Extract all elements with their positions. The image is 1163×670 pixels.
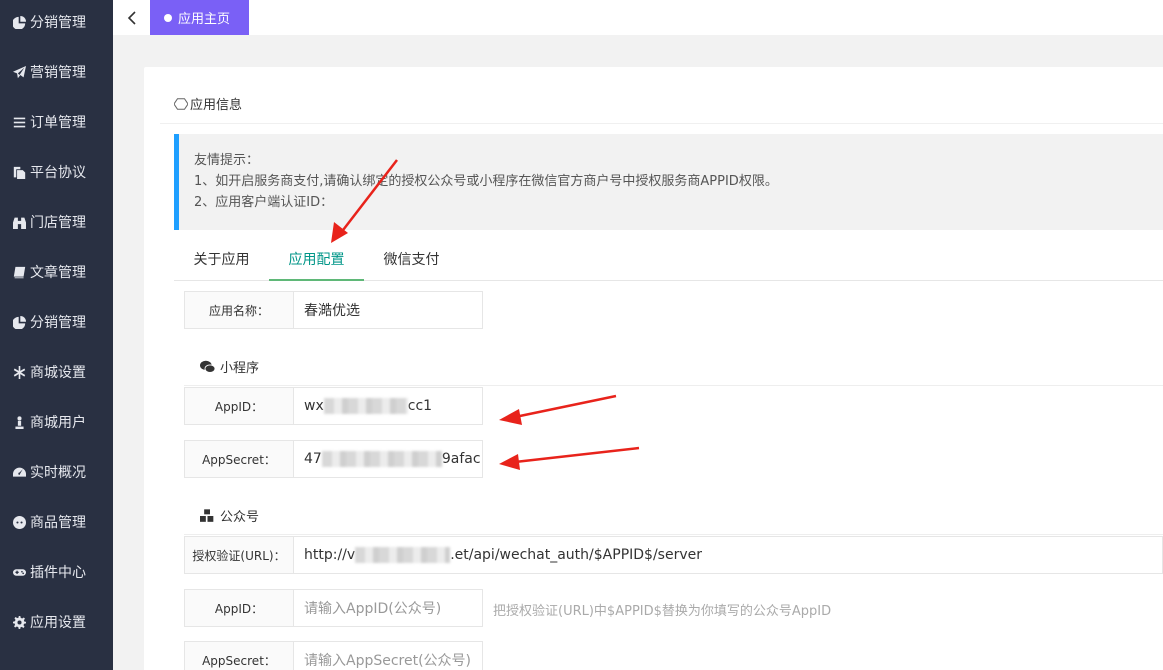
sidebar-item-marketing[interactable]: 营销管理 <box>0 47 113 97</box>
gear-icon <box>12 615 26 629</box>
mini-secret-suffix: 9afac <box>441 451 481 467</box>
sidebar-item-orders[interactable]: 订单管理 <box>0 97 113 147</box>
app-info-card: 应用信息 友情提示： 1、如开启服务商支付,请确认绑定的授权公众号或小程序在微信… <box>144 67 1163 670</box>
auth-url-field: 授权验证(URL)： http://v .et/api/wechat_auth/$… <box>184 536 1163 574</box>
mp-appid-field: AppID： 请输入AppID(公众号) <box>184 589 483 627</box>
pie-chart-icon <box>12 15 26 29</box>
mp-secret-input[interactable]: 请输入AppSecret(公众号) <box>294 641 483 670</box>
mp-secret-field: AppSecret： 请输入AppSecret(公众号) <box>184 641 483 670</box>
wechat-icon <box>200 360 215 373</box>
mini-secret-label: AppSecret： <box>184 440 294 478</box>
sidebar-item-label: 分销管理 <box>30 315 86 331</box>
asterisk-icon <box>12 365 26 379</box>
divider <box>184 534 1163 535</box>
sidebar-item-label: 商城设置 <box>30 365 86 381</box>
gamepad-icon <box>12 565 26 579</box>
sidebar-item-products[interactable]: 商品管理 <box>0 497 113 547</box>
app-name-field: 应用名称： 春澔优选 <box>184 291 483 329</box>
reddit-icon <box>12 515 26 529</box>
sidebar-item-realtime[interactable]: 实时概况 <box>0 447 113 497</box>
redacted-blur <box>355 547 451 563</box>
auth-url-prefix: http://v <box>304 547 356 563</box>
sidebar-item-agreement[interactable]: 平台协议 <box>0 147 113 197</box>
back-button[interactable] <box>113 0 150 35</box>
notice-box: 友情提示： 1、如开启服务商支付,请确认绑定的授权公众号或小程序在微信官方商户号… <box>174 134 1163 230</box>
sidebar-item-label: 分销管理 <box>30 15 86 31</box>
sidebar-item-label: 门店管理 <box>30 215 86 231</box>
divider <box>184 385 1163 386</box>
card-title-text: 应用信息 <box>190 98 243 113</box>
chevron-left-icon <box>127 10 136 25</box>
copy-icon <box>12 165 26 179</box>
auth-url-suffix: .et/api/wechat_auth/$APPID$/server <box>450 547 702 563</box>
mini-appid-label: AppID： <box>184 387 294 425</box>
notice-line-1: 1、如开启服务商支付,请确认绑定的授权公众号或小程序在微信官方商户号中授权服务商… <box>194 174 778 189</box>
sidebar-item-label: 营销管理 <box>30 65 86 81</box>
binoculars-icon <box>12 215 26 229</box>
mini-program-section: 小程序 <box>200 357 259 376</box>
sidebar-item-label: 实时概况 <box>30 465 86 481</box>
sidebar-item-label: 平台协议 <box>30 165 86 181</box>
notice-title: 友情提示： <box>194 153 260 168</box>
mp-secret-label: AppSecret： <box>184 641 294 670</box>
dot-icon <box>164 13 172 22</box>
sidebar-item-stores[interactable]: 门店管理 <box>0 197 113 247</box>
sidebar-item-label: 文章管理 <box>30 265 86 281</box>
sidebar-item-shop-settings[interactable]: 商城设置 <box>0 347 113 397</box>
tab-app-home[interactable]: 应用主页 <box>150 0 249 35</box>
mini-secret-field: AppSecret： 47 9afac <box>184 440 483 478</box>
mp-appid-label: AppID： <box>184 589 294 627</box>
official-account-section: 公众号 <box>200 506 259 525</box>
tab-bar: 关于应用 应用配置 微信支付 <box>174 247 1163 281</box>
sidebar-item-app-settings[interactable]: 应用设置 <box>0 597 113 647</box>
mini-secret-prefix: 47 <box>304 451 322 467</box>
mp-appid-input[interactable]: 请输入AppID(公众号) <box>294 589 483 627</box>
app-name-label: 应用名称： <box>184 291 294 329</box>
sidebar-item-label: 商品管理 <box>30 515 86 531</box>
sidebar-item-label: 插件中心 <box>30 565 86 581</box>
auth-url-input[interactable]: http://v .et/api/wechat_auth/$APPID$/serv… <box>294 536 1163 574</box>
sidebar-item-label: 商城用户 <box>30 415 86 431</box>
sidebar-item-shop-users[interactable]: 商城用户 <box>0 397 113 447</box>
topbar: 应用主页 <box>113 0 1163 35</box>
list-icon <box>12 115 26 129</box>
tab-app-home-label: 应用主页 <box>178 12 231 27</box>
pie-chart-icon <box>12 315 26 329</box>
sidebar-item-distribution-2[interactable]: 分销管理 <box>0 297 113 347</box>
sidebar-item-label: 应用设置 <box>30 615 86 631</box>
redacted-blur <box>321 451 442 467</box>
mini-appid-suffix: cc1 <box>407 398 433 414</box>
paper-plane-icon <box>12 65 26 79</box>
sidebar-item-plugins[interactable]: 插件中心 <box>0 547 113 597</box>
tab-wechat-pay[interactable]: 微信支付 <box>364 247 459 281</box>
sidebar: 分销管理 营销管理 订单管理 平台协议 门店管理 文章管理 分销管理 商城设置 … <box>0 0 113 670</box>
hexagon-icon <box>174 97 188 110</box>
mini-appid-prefix: wx <box>304 398 324 414</box>
mini-program-title: 小程序 <box>220 361 260 376</box>
user-icon <box>12 415 26 429</box>
mp-appid-hint: 把授权验证(URL)中$APPID$替换为你填写的公众号AppID <box>493 604 832 619</box>
auth-url-label: 授权验证(URL)： <box>184 536 294 574</box>
app-name-input[interactable]: 春澔优选 <box>294 291 483 329</box>
sidebar-item-articles[interactable]: 文章管理 <box>0 247 113 297</box>
card-title: 应用信息 <box>174 94 242 113</box>
mini-appid-input[interactable]: wx cc1 <box>294 387 483 425</box>
book-icon <box>12 265 26 279</box>
mini-appid-field: AppID： wx cc1 <box>184 387 483 425</box>
sidebar-item-label: 订单管理 <box>30 115 86 131</box>
notice-line-2: 2、应用客户端认证ID： <box>194 195 334 210</box>
official-account-title: 公众号 <box>220 510 260 525</box>
tab-app-config[interactable]: 应用配置 <box>269 247 364 281</box>
cubes-icon <box>200 508 214 522</box>
tab-about-app[interactable]: 关于应用 <box>174 247 269 281</box>
dashboard-icon <box>12 465 26 479</box>
redacted-blur <box>323 398 408 414</box>
divider <box>160 123 1163 124</box>
mini-secret-input[interactable]: 47 9afac <box>294 440 483 478</box>
sidebar-item-distribution[interactable]: 分销管理 <box>0 0 113 47</box>
